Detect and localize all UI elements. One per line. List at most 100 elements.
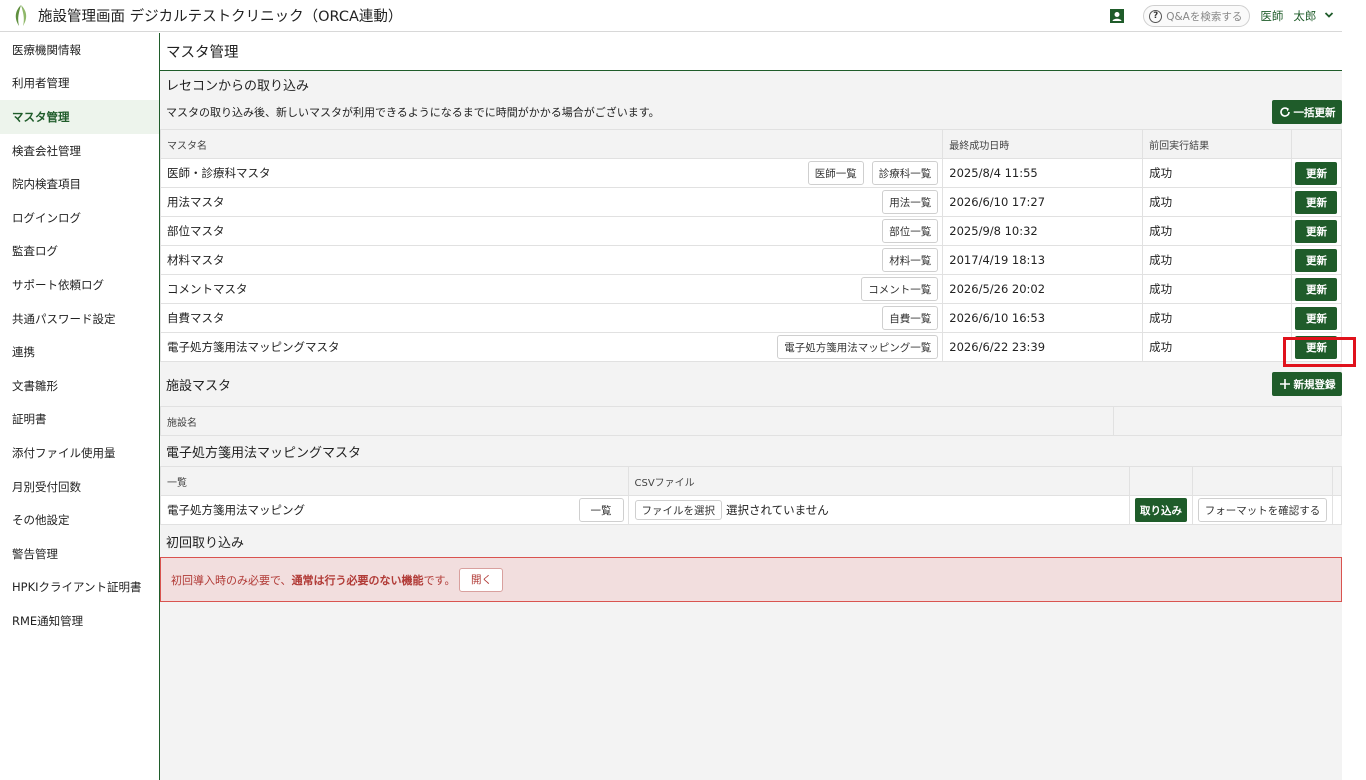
mapping-list-button[interactable]: 一覧: [578, 498, 624, 522]
page-title: マスタ管理: [160, 33, 1342, 71]
logo-icon: [10, 3, 32, 29]
sidebar-item-other-settings[interactable]: その他設定: [0, 503, 159, 537]
sidebar-item-medical-institution[interactable]: 医療機関情報: [0, 33, 159, 67]
last-success-date: 2025/9/8 10:32: [942, 216, 1144, 246]
alert-prefix: 初回導入時のみ必要で、: [171, 573, 292, 587]
sidebar-item-warnings[interactable]: 警告管理: [0, 537, 159, 571]
main-content: マスタ管理 レセコンからの取り込み マスタの取り込み後、新しいマスタが利用できる…: [159, 33, 1343, 780]
last-result: 成功: [1142, 158, 1292, 188]
sidebar-item-common-password[interactable]: 共通パスワード設定: [0, 302, 159, 336]
table-row: 電子処方箋用法マッピングマスタ 電子処方箋用法マッピング一覧 2026/6/22…: [159, 332, 1343, 362]
material-list-button[interactable]: 材料一覧: [882, 248, 939, 272]
refresh-icon: [1279, 106, 1291, 118]
mapping-name: 電子処方箋用法マッピング: [167, 503, 305, 517]
last-result: 成功: [1142, 187, 1292, 217]
master-name: 自費マスタ: [167, 311, 225, 325]
top-bar: 施設管理画面 デジカルテストクリニック（ORCA連動） ? Q&Aを検索する 医…: [0, 0, 1342, 32]
last-success-date: 2026/5/26 20:02: [942, 274, 1144, 304]
update-button[interactable]: 更新: [1295, 277, 1338, 301]
master-name: 材料マスタ: [167, 253, 225, 267]
update-button[interactable]: 更新: [1295, 248, 1338, 272]
site-list-button[interactable]: 部位一覧: [882, 219, 939, 243]
sidebar-item-attachment-usage[interactable]: 添付ファイル使用量: [0, 436, 159, 470]
table-row: 材料マスタ 材料一覧 2017/4/19 18:13 成功 更新: [159, 245, 1343, 275]
column-header-list: 一覧: [160, 466, 629, 496]
initial-section-title: 初回取り込み: [166, 535, 245, 551]
last-success-date: 2017/4/19 18:13: [942, 245, 1144, 275]
table-row: 部位マスタ 部位一覧 2025/9/8 10:32 成功 更新: [159, 216, 1343, 246]
last-result: 成功: [1142, 216, 1292, 246]
last-result: 成功: [1142, 332, 1292, 362]
table-row: 用法マスタ 用法一覧 2026/6/10 17:27 成功 更新: [159, 187, 1343, 217]
sidebar-item-certificates[interactable]: 証明書: [0, 403, 159, 437]
facility-section-title: 施設マスタ: [166, 378, 232, 394]
check-format-button[interactable]: フォーマットを確認する: [1197, 498, 1328, 522]
column-header-last-result: 前回実行結果: [1142, 129, 1292, 159]
master-name: 電子処方箋用法マッピングマスタ: [167, 340, 340, 354]
user-name: 太郎: [1293, 9, 1317, 23]
new-register-button[interactable]: 新規登録: [1272, 372, 1342, 396]
profile-card-icon[interactable]: [1109, 8, 1125, 24]
open-button[interactable]: 開く: [459, 567, 504, 592]
column-header-action: [1290, 129, 1343, 159]
last-success-date: 2026/6/10 17:27: [942, 187, 1144, 217]
master-name: 用法マスタ: [167, 195, 225, 209]
sidebar-item-inhouse-tests[interactable]: 院内検査項目: [0, 167, 159, 201]
column-header-facility-name: 施設名: [159, 406, 1115, 436]
user-menu[interactable]: 太郎: [1293, 8, 1334, 24]
sidebar-item-users[interactable]: 利用者管理: [0, 67, 159, 101]
alert-suffix: です。: [423, 573, 456, 587]
sidebar-item-support-log[interactable]: サポート依頼ログ: [0, 268, 159, 302]
sidebar-item-hpki[interactable]: HPKIクライアント証明書: [0, 571, 159, 605]
sidebar-item-master[interactable]: マスタ管理: [0, 100, 159, 134]
column-header-csv-file: CSVファイル: [627, 466, 1131, 496]
last-success-date: 2026/6/22 23:39: [942, 332, 1144, 362]
self-pay-list-button[interactable]: 自費一覧: [882, 306, 939, 330]
qa-search-box[interactable]: ? Q&Aを検索する: [1143, 5, 1251, 27]
column-header-master-name: マスタ名: [159, 129, 944, 159]
eprescription-mapping-list-button[interactable]: 電子処方箋用法マッピング一覧: [777, 335, 939, 359]
master-name: コメントマスタ: [167, 282, 248, 296]
update-button[interactable]: 更新: [1295, 219, 1338, 243]
column-header-last-success: 最終成功日時: [942, 129, 1144, 159]
import-button[interactable]: 取り込み: [1135, 498, 1187, 522]
mapping-section-title: 電子処方箋用法マッピングマスタ: [166, 445, 362, 461]
sidebar: 医療機関情報 利用者管理 マスタ管理 検査会社管理 院内検査項目 ログインログ …: [0, 33, 160, 780]
alert-bold: 通常は行う必要のない機能: [291, 573, 424, 587]
table-row: 自費マスタ 自費一覧 2026/6/10 16:53 成功 更新: [159, 303, 1343, 333]
doctor-list-button[interactable]: 医師一覧: [807, 161, 864, 185]
receipt-section-title: レセコンからの取り込み: [166, 78, 310, 94]
update-button[interactable]: 更新: [1295, 161, 1338, 185]
plus-icon: [1279, 378, 1291, 390]
choose-file-button[interactable]: ファイルを選択: [634, 500, 722, 520]
last-success-date: 2026/6/10 16:53: [942, 303, 1144, 333]
last-result: 成功: [1142, 245, 1292, 275]
last-success-date: 2025/8/4 11:55: [942, 158, 1144, 188]
last-result: 成功: [1142, 303, 1292, 333]
bulk-update-button[interactable]: 一括更新: [1272, 100, 1342, 124]
update-button[interactable]: 更新: [1295, 190, 1338, 214]
mapping-table: 一覧 CSVファイル 電子処方箋用法マッピング 一覧 ファイルを選択 選択されて…: [160, 466, 1343, 525]
highlight-box: [1283, 337, 1356, 367]
master-name: 部位マスタ: [167, 224, 225, 238]
file-status: 選択されていません: [726, 503, 829, 517]
table-row: コメントマスタ コメント一覧 2026/5/26 20:02 成功 更新: [159, 274, 1343, 304]
app-title: 施設管理画面 デジカルテストクリニック（ORCA連動）: [38, 9, 403, 25]
comment-list-button[interactable]: コメント一覧: [861, 277, 939, 301]
sidebar-item-audit-log[interactable]: 監査ログ: [0, 235, 159, 269]
sidebar-item-rme[interactable]: RME通知管理: [0, 604, 159, 638]
sidebar-item-document-templates[interactable]: 文書雛形: [0, 369, 159, 403]
chevron-down-icon: [1324, 10, 1334, 20]
receipt-master-table: マスタ名 最終成功日時 前回実行結果 医師・診療科マスタ 医師一覧 診療科一覧 2…: [159, 129, 1343, 362]
column-header-empty: [1113, 406, 1342, 436]
sidebar-item-login-log[interactable]: ログインログ: [0, 201, 159, 235]
department-list-button[interactable]: 診療科一覧: [871, 161, 939, 185]
usage-list-button[interactable]: 用法一覧: [882, 190, 939, 214]
qa-search-placeholder: Q&Aを検索する: [1166, 10, 1243, 23]
sidebar-item-integration[interactable]: 連携: [0, 335, 159, 369]
master-name: 医師・診療科マスタ: [167, 166, 271, 180]
sidebar-item-monthly-reception[interactable]: 月別受付回数: [0, 470, 159, 504]
sidebar-item-lab-companies[interactable]: 検査会社管理: [0, 134, 159, 168]
update-button[interactable]: 更新: [1295, 306, 1338, 330]
help-icon: ?: [1149, 9, 1163, 23]
